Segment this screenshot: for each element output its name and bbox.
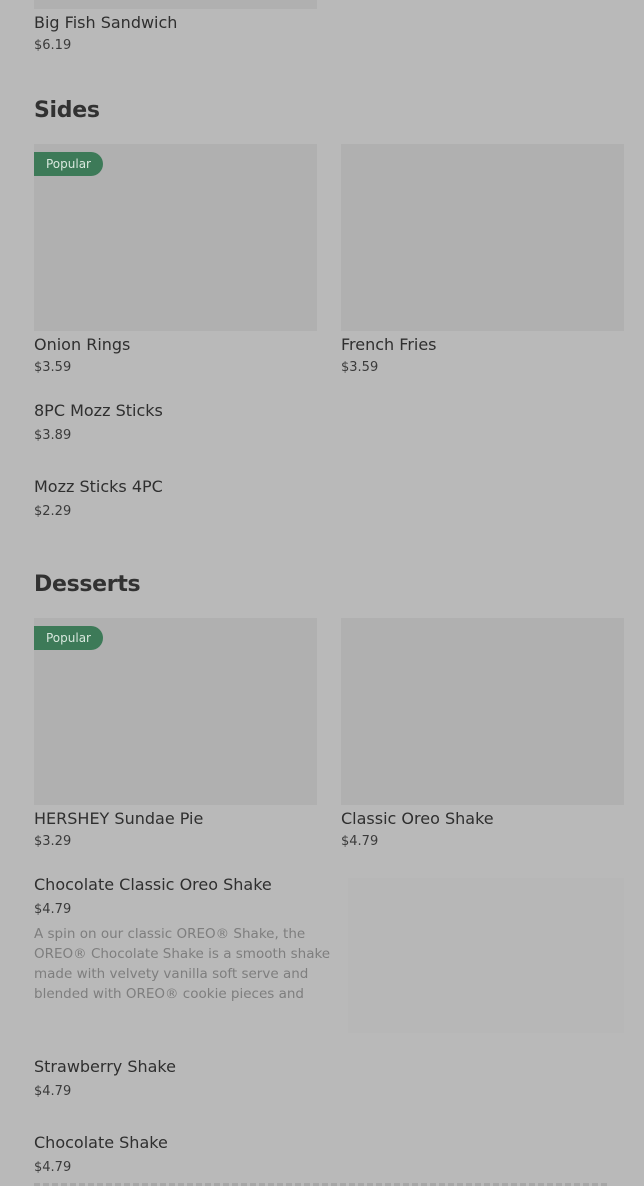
- menu-item-name[interactable]: Classic Oreo Shake: [341, 809, 494, 829]
- menu-item-price: $3.29: [34, 834, 72, 849]
- menu-item-price: $4.79: [34, 902, 72, 917]
- menu-item-price: $3.59: [34, 360, 72, 375]
- menu-item-price: $6.19: [34, 38, 72, 53]
- truncated-description-edge: [34, 1180, 610, 1186]
- hershey-sundae-pie-image[interactable]: Popular: [34, 618, 317, 805]
- menu-item-name[interactable]: 8PC Mozz Sticks: [34, 401, 163, 421]
- section-title-desserts: Desserts: [34, 572, 141, 597]
- menu-item-price: $4.79: [341, 834, 379, 849]
- menu-item-name[interactable]: Mozz Sticks 4PC: [34, 477, 163, 497]
- french-fries-image[interactable]: [341, 144, 624, 331]
- menu-item-price: $3.89: [34, 428, 72, 443]
- menu-item-name[interactable]: Onion Rings: [34, 335, 130, 355]
- menu-item-name[interactable]: French Fries: [341, 335, 437, 355]
- menu-item-price: $4.79: [34, 1160, 72, 1175]
- chocolate-classic-oreo-shake-image[interactable]: [348, 878, 624, 1033]
- menu-item-name[interactable]: Strawberry Shake: [34, 1057, 176, 1077]
- section-title-sides: Sides: [34, 98, 100, 123]
- menu-item-description: A spin on our classic OREO® Shake, the O…: [34, 926, 331, 1002]
- menu-item-price: $2.29: [34, 504, 72, 519]
- popular-badge: Popular: [34, 626, 103, 650]
- classic-oreo-shake-image[interactable]: [341, 618, 624, 805]
- popular-badge: Popular: [34, 152, 103, 176]
- menu-item-name[interactable]: Big Fish Sandwich: [34, 13, 177, 33]
- big-fish-sandwich-image[interactable]: [34, 0, 317, 9]
- onion-rings-image[interactable]: Popular: [34, 144, 317, 331]
- menu-item-price: $3.59: [341, 360, 379, 375]
- menu-item-price: $4.79: [34, 1084, 72, 1099]
- menu-item-name[interactable]: HERSHEY Sundae Pie: [34, 809, 203, 829]
- menu-item-name[interactable]: Chocolate Classic Oreo Shake: [34, 875, 272, 895]
- menu-item-name[interactable]: Chocolate Shake: [34, 1133, 168, 1153]
